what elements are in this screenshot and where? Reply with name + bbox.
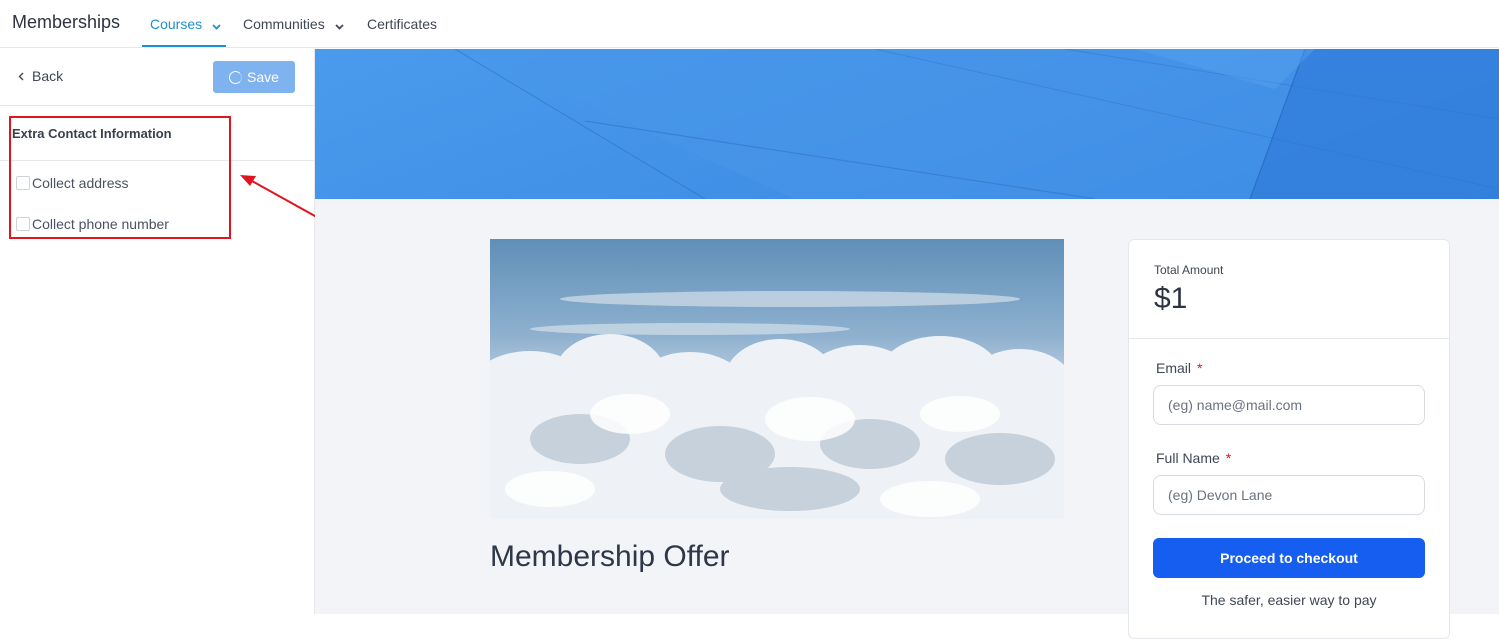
email-label-text: Email: [1156, 360, 1192, 376]
required-mark: *: [1225, 450, 1232, 466]
checkout-tagline: The safer, easier way to pay: [1201, 592, 1377, 608]
hero-banner: [315, 49, 1499, 199]
proceed-to-checkout-button[interactable]: Proceed to checkout: [1153, 538, 1425, 578]
banner-graphic: [454, 49, 1499, 199]
checkout-card: Total Amount $1 Email * Full Name * Procee…: [1128, 239, 1450, 639]
email-field[interactable]: [1153, 385, 1425, 425]
full-name-field[interactable]: [1153, 475, 1425, 515]
full-name-label-text: Full Name: [1156, 450, 1220, 466]
total-label: Total Amount: [1154, 263, 1224, 277]
divider: [1129, 338, 1449, 339]
offer-title: Membership Offer: [490, 540, 730, 573]
full-name-label: Full Name *: [1156, 450, 1231, 466]
email-label: Email *: [1156, 360, 1202, 376]
offer-image: [490, 239, 1064, 519]
total-amount: $1: [1154, 282, 1188, 315]
required-mark: *: [1197, 360, 1203, 376]
